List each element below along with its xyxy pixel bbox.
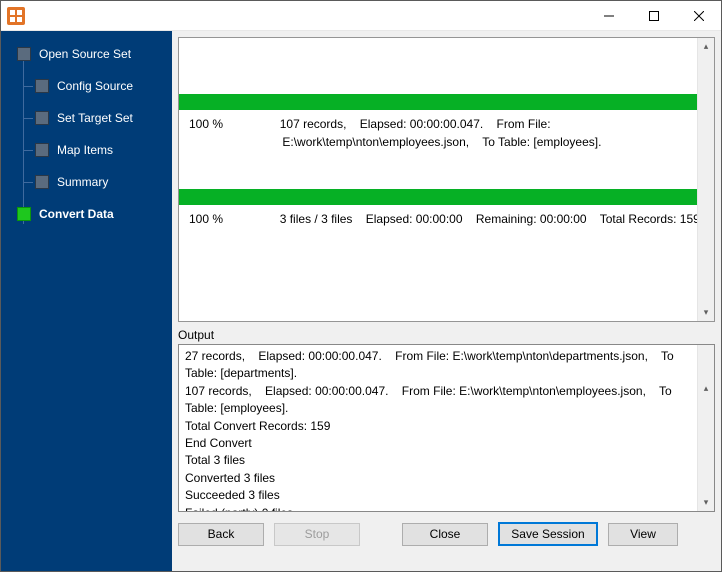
step-convert-data[interactable]: Convert Data [1,203,172,225]
close-dialog-button[interactable]: Close [402,523,488,546]
minimize-button[interactable] [586,1,631,31]
close-button[interactable] [676,1,721,31]
content-panel: 100 % 107 records, Elapsed: 00:00:00.047… [172,31,721,571]
output-textarea[interactable]: 27 records, Elapsed: 00:00:00.047. From … [178,344,715,512]
step-label: Convert Data [39,207,114,221]
scroll-down-icon[interactable]: ▾ [698,304,714,321]
save-session-button[interactable]: Save Session [498,522,598,546]
app-icon [7,7,25,25]
step-set-target-set[interactable]: Set Target Set [1,107,172,129]
step-label: Set Target Set [57,111,133,125]
back-button[interactable]: Back [178,523,264,546]
step-label: Config Source [57,79,133,93]
total-progress-bar [179,189,714,205]
scroll-up-icon[interactable]: ▴ [698,380,714,397]
wizard-sidebar: Open Source Set Config Source Set Target… [1,31,172,571]
step-label: Summary [57,175,108,189]
step-map-items[interactable]: Map Items [1,139,172,161]
progress-area: 100 % 107 records, Elapsed: 00:00:00.047… [178,37,715,322]
stop-button: Stop [274,523,360,546]
step-label: Open Source Set [39,47,131,61]
titlebar [1,1,721,31]
scroll-up-icon[interactable]: ▴ [698,38,714,55]
progress-scrollbar[interactable]: ▴ ▾ [697,38,714,321]
output-label: Output [178,328,715,342]
maximize-button[interactable] [631,1,676,31]
step-open-source-set[interactable]: Open Source Set [1,43,172,65]
button-row: Back Stop Close Save Session View [172,512,721,556]
view-button[interactable]: View [608,523,678,546]
scroll-down-icon[interactable]: ▾ [698,494,714,511]
total-progress-text: 100 % 3 files / 3 files Elapsed: 00:00:0… [179,205,714,228]
output-text: 27 records, Elapsed: 00:00:00.047. From … [185,349,677,512]
file-progress-text: 100 % 107 records, Elapsed: 00:00:00.047… [179,110,714,151]
step-label: Map Items [57,143,113,157]
file-progress-bar [179,94,714,110]
step-summary[interactable]: Summary [1,171,172,193]
step-config-source[interactable]: Config Source [1,75,172,97]
output-scrollbar[interactable]: ▴ ▾ [697,345,714,511]
